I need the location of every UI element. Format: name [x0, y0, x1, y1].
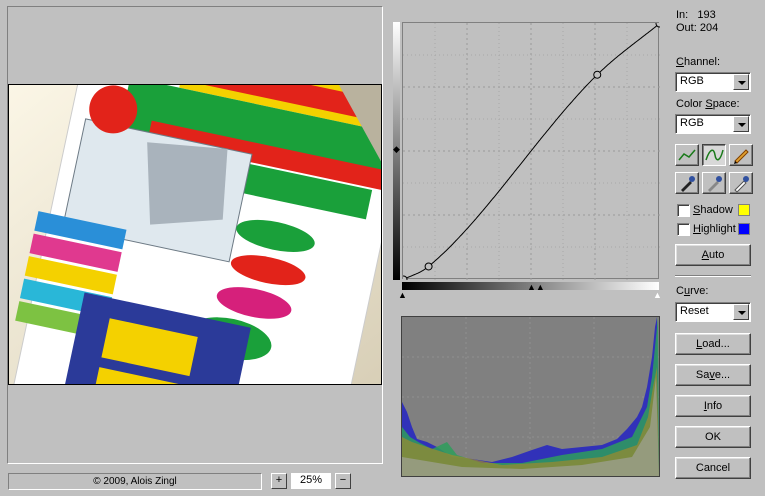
spline-curve-tool[interactable]: [702, 144, 726, 166]
copyright-text: © 2009, Alois Zingl: [93, 476, 177, 487]
curve-control-point[interactable]: [399, 275, 408, 284]
preview-image[interactable]: [8, 84, 382, 385]
histogram-chart: [402, 317, 659, 476]
shadow-color-swatch[interactable]: [738, 204, 750, 216]
save-button[interactable]: Save...: [675, 364, 751, 386]
curve-select[interactable]: Reset: [675, 302, 751, 322]
gray-eyedropper-tool[interactable]: [702, 172, 726, 194]
channel-select[interactable]: RGB: [675, 72, 751, 92]
white-eyedropper-tool[interactable]: [729, 172, 753, 194]
zoom-out-button[interactable]: −: [335, 473, 351, 489]
zoom-value-field[interactable]: 25%: [291, 473, 331, 489]
curve-canvas[interactable]: [399, 19, 664, 284]
pencil-icon: [734, 149, 749, 164]
in-readout: In: 193: [676, 9, 716, 21]
histogram: [401, 316, 660, 477]
channel-label: Channel:: [676, 56, 721, 68]
package-photo: [9, 85, 381, 384]
shadow-label[interactable]: Shadow: [693, 204, 733, 216]
in-value: 193: [697, 9, 716, 21]
diag-grid: [403, 23, 660, 280]
highlight-label[interactable]: Highlight: [693, 223, 736, 235]
out-value: 204: [699, 22, 719, 34]
curve-label: Curve:: [676, 285, 709, 297]
status-bar: © 2009, Alois Zingl: [8, 473, 262, 490]
gamma-slider[interactable]: ▲▲: [527, 282, 545, 292]
auto-button[interactable]: Auto: [675, 244, 751, 266]
chevron-down-icon[interactable]: [733, 74, 749, 90]
divider: [675, 275, 751, 277]
smooth-curve-icon: [678, 149, 696, 161]
output-slider-handle[interactable]: ◆: [393, 145, 400, 154]
pencil-tool[interactable]: [729, 144, 753, 166]
color-space-label: Color Space:: [676, 98, 740, 110]
chevron-down-icon[interactable]: [733, 304, 749, 320]
cancel-button[interactable]: Cancel: [675, 457, 751, 479]
tone-curve: [403, 23, 660, 280]
highlight-checkbox[interactable]: [677, 223, 690, 236]
gray-eyedropper-icon: [708, 176, 722, 192]
curve-control-point[interactable]: [593, 70, 602, 79]
highlight-color-swatch[interactable]: [738, 223, 750, 235]
info-button[interactable]: Info: [675, 395, 751, 417]
black-eyedropper-icon: [681, 176, 695, 192]
out-readout: Out: 204: [676, 22, 719, 34]
load-button[interactable]: Load...: [675, 333, 751, 355]
black-point-slider[interactable]: ▲: [398, 290, 407, 300]
curve-control-point[interactable]: [424, 262, 433, 271]
white-eyedropper-icon: [734, 176, 749, 193]
chevron-down-icon[interactable]: [733, 116, 749, 132]
curve-graph[interactable]: [399, 19, 664, 284]
shadow-checkbox[interactable]: [677, 204, 690, 217]
color-space-select[interactable]: RGB: [675, 114, 751, 134]
zoom-in-button[interactable]: +: [271, 473, 287, 489]
spline-curve-icon: [705, 149, 724, 161]
smooth-curve-tool[interactable]: [675, 144, 699, 166]
white-point-slider[interactable]: ▲: [653, 290, 662, 300]
ok-button[interactable]: OK: [675, 426, 751, 448]
black-eyedropper-tool[interactable]: [675, 172, 699, 194]
